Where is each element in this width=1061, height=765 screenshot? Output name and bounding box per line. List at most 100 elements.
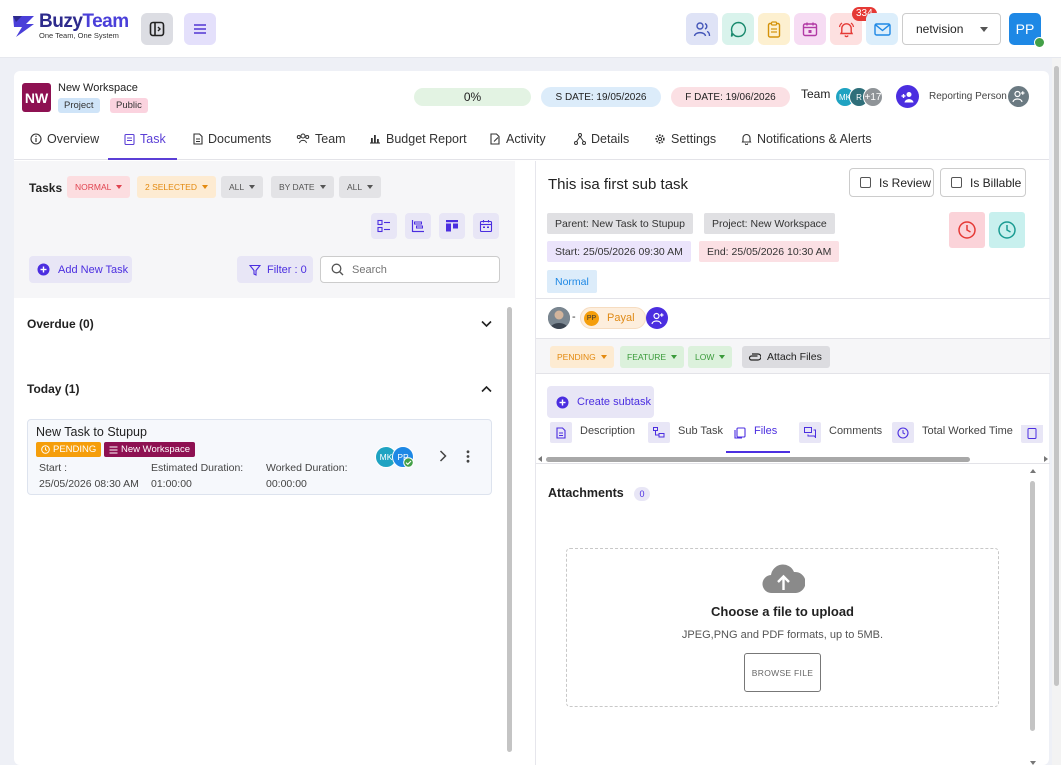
search-input[interactable] <box>352 263 482 276</box>
chevron-right-icon[interactable] <box>439 450 447 462</box>
tabs-horizontal-scrollbar[interactable] <box>536 454 1050 464</box>
clock-icon <box>897 426 909 439</box>
list-view-button[interactable] <box>371 213 397 239</box>
tab-task-label: Task <box>140 132 166 146</box>
detail-scrollbar-thumb[interactable] <box>1030 481 1035 731</box>
workspace-header: NW New Workspace Project Public 0% S DAT… <box>14 71 1049 121</box>
assignee-photo[interactable] <box>548 307 570 329</box>
task-start-label: Start : <box>39 462 68 474</box>
arrow-down-icon[interactable] <box>1030 761 1036 765</box>
arrow-up-icon[interactable] <box>1030 469 1036 473</box>
tabs-scrollbar-thumb[interactable] <box>546 457 970 462</box>
tab-files[interactable]: Files <box>726 425 790 453</box>
tasks-scrollbar-thumb[interactable] <box>507 307 512 752</box>
caret-down-icon <box>319 185 326 189</box>
upload-subtitle: JPEG,PNG and PDF formats, up to 5MB. <box>681 629 884 641</box>
status-dropdown[interactable]: PENDING <box>550 346 614 368</box>
page-scrollbar-thumb[interactable] <box>1054 66 1059 686</box>
file-dropzone[interactable]: Choose a file to upload JPEG,PNG and PDF… <box>566 548 999 707</box>
workspace-select-value: netvision <box>916 22 964 36</box>
caret-down-icon <box>719 355 726 359</box>
plus-circle-icon <box>37 263 50 276</box>
reporting-person-button[interactable] <box>1008 86 1029 107</box>
add-assignee-button[interactable] <box>646 307 668 329</box>
tab-budget-report[interactable]: Budget Report <box>369 132 467 160</box>
menu-button[interactable] <box>184 13 216 45</box>
filter-label: Filter : 0 <box>267 263 307 276</box>
type-dropdown[interactable]: FEATURE <box>620 346 685 368</box>
chevron-up-icon <box>481 385 492 393</box>
priority-filter[interactable]: NORMAL <box>67 176 131 198</box>
tab-description[interactable]: Description <box>550 422 635 453</box>
board-view-button[interactable] <box>439 213 465 239</box>
arrow-left-icon[interactable] <box>538 456 542 462</box>
add-new-task-label: Add New Task <box>58 263 129 276</box>
subtask-title: This isa first sub task <box>548 176 689 193</box>
group-today[interactable]: Today (1) <box>27 379 492 399</box>
tab-sub-task[interactable]: Sub Task <box>648 422 723 453</box>
add-new-task-button[interactable]: Add New Task <box>29 256 132 283</box>
arrow-right-icon[interactable] <box>1044 456 1048 462</box>
stop-timer-button[interactable] <box>949 212 985 248</box>
attach-files-button[interactable]: Attach Files <box>742 346 830 368</box>
users-button[interactable] <box>686 13 718 45</box>
tab-task[interactable]: Task <box>108 132 177 160</box>
tasks-scrollbar[interactable] <box>507 299 513 765</box>
task-card[interactable]: New Task to Stupup PENDING New Workspace… <box>27 419 492 495</box>
type-filter[interactable]: ALL <box>221 176 264 198</box>
caret-down-icon <box>980 27 988 32</box>
task-workspace-tag: New Workspace <box>104 442 195 457</box>
upload-title: Choose a file to upload <box>710 604 854 619</box>
more-vertical-icon[interactable] <box>466 450 470 463</box>
tab-settings[interactable]: Settings <box>654 132 716 160</box>
detail-scrollbar[interactable] <box>1029 469 1036 765</box>
group-overdue[interactable]: Overdue (0) <box>27 314 492 334</box>
parent-pill[interactable]: Parent: New Task to Stupup <box>547 213 693 234</box>
tab-activity[interactable]: Activity <box>490 132 546 160</box>
create-subtask-button[interactable]: Create subtask <box>547 386 654 418</box>
assignee-chip[interactable]: PP Payal <box>580 307 646 329</box>
sort-filter[interactable]: BY DATE <box>271 176 334 198</box>
sidebar-toggle-button[interactable] <box>141 13 173 45</box>
clipboard-button[interactable] <box>758 13 790 45</box>
chat-button[interactable] <box>722 13 754 45</box>
tab-total-worked-time[interactable]: Total Worked Time <box>892 422 1013 453</box>
mail-button[interactable] <box>866 13 898 45</box>
tab-team[interactable]: Team <box>296 132 346 160</box>
brand-logo[interactable]: BuzyTeam One Team, One System <box>12 12 129 40</box>
tab-documents[interactable]: Documents <box>193 132 271 160</box>
tab-notifications-alerts[interactable]: Notifications & Alerts <box>741 132 872 160</box>
project-pill[interactable]: Project: New Workspace <box>704 213 835 234</box>
priority-dropdown-label: LOW <box>695 352 715 362</box>
gantt-view-button[interactable] <box>405 213 431 239</box>
tasks-panel: Tasks NORMAL 2 SELECTED ALL BY DATE ALL … <box>14 161 515 765</box>
gantt-icon <box>411 220 424 233</box>
workspace-select[interactable]: netvision <box>902 13 1001 45</box>
tab-comments[interactable]: Comments <box>799 422 882 453</box>
assignee-filter[interactable]: ALL <box>339 176 382 198</box>
page-scrollbar[interactable] <box>1052 58 1061 765</box>
is-review-label: Is Review <box>879 175 932 190</box>
tab-details[interactable]: Details <box>574 132 629 160</box>
caret-down-icon <box>201 185 208 189</box>
priority-dropdown[interactable]: LOW <box>688 346 733 368</box>
add-team-member-button[interactable] <box>896 85 919 108</box>
calendar-view-button[interactable] <box>473 213 499 239</box>
check-badge-icon <box>403 457 414 468</box>
tab-more[interactable] <box>1021 425 1043 453</box>
status-filter[interactable]: 2 SELECTED <box>137 176 216 198</box>
browse-file-button[interactable]: BROWSE FILE <box>744 653 821 692</box>
clipboard-icon <box>124 133 135 145</box>
is-review-checkbox[interactable]: Is Review <box>849 168 934 197</box>
is-billable-checkbox[interactable]: Is Billable <box>940 168 1026 197</box>
tab-activity-label: Activity <box>506 132 546 146</box>
start-timer-button[interactable] <box>989 212 1025 248</box>
filter-button[interactable]: Filter : 0 <box>237 256 313 283</box>
group-overdue-label: Overdue (0) <box>27 317 94 331</box>
tab-overview[interactable]: Overview <box>30 132 99 160</box>
user-avatar[interactable]: PP <box>1009 13 1045 48</box>
team-more-avatar[interactable]: +17 <box>863 87 883 107</box>
calendar-button[interactable] <box>794 13 826 45</box>
chat-icon <box>730 21 746 37</box>
caret-down-icon <box>367 185 374 189</box>
